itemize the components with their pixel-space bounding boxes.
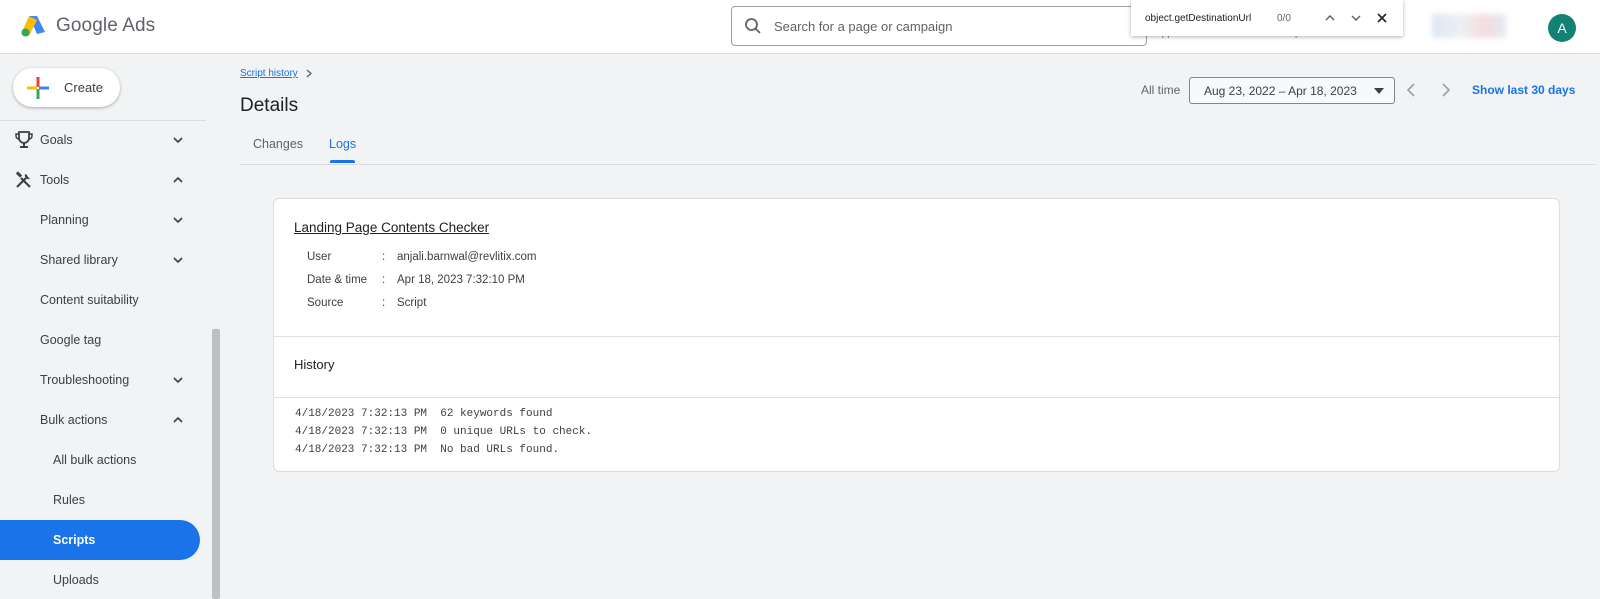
log-line: 4/18/2023 7:32:13 PM 62 keywords found — [295, 408, 553, 420]
date-range-value: Aug 23, 2022 – Apr 18, 2023 — [1204, 83, 1357, 98]
close-icon — [1377, 13, 1387, 23]
find-next-button[interactable] — [1343, 5, 1369, 31]
chevron-up-icon — [1325, 15, 1335, 21]
detail-key: User — [307, 251, 332, 263]
plus-icon — [27, 76, 49, 99]
sidebar-item-troubleshooting[interactable]: Troubleshooting — [0, 360, 200, 400]
sidebar-item-content-suitability[interactable]: Content suitability — [0, 280, 200, 320]
detail-separator: : — [382, 297, 386, 309]
tab-changes[interactable]: Changes — [253, 137, 303, 151]
search-placeholder: Search for a page or campaign — [774, 18, 953, 34]
breadcrumb-script-history[interactable]: Script history — [240, 68, 298, 79]
sidebar-item-label: Goals — [40, 133, 73, 147]
sidebar-item-label: Google tag — [40, 333, 102, 347]
details-card: Landing Page Contents Checker User : anj… — [273, 198, 1560, 472]
detail-key: Source — [307, 297, 344, 309]
chevron-right-icon — [306, 69, 312, 78]
sidebar-item-label: Tools — [40, 173, 70, 187]
account-info-blurred[interactable] — [1432, 14, 1506, 38]
chevron-down-icon — [173, 257, 183, 264]
sidebar-item-label: Troubleshooting — [40, 373, 130, 387]
find-previous-button[interactable] — [1317, 5, 1343, 31]
sidebar-item-label: Scripts — [53, 533, 96, 547]
find-close-button[interactable] — [1369, 5, 1395, 31]
sidebar-item-label: Content suitability — [40, 293, 139, 307]
sidebar-item-google-tag[interactable]: Google tag — [0, 320, 200, 360]
sidebar-item-goals[interactable]: Goals — [0, 120, 200, 160]
log-line: 4/18/2023 7:32:13 PM No bad URLs found. — [295, 444, 560, 456]
detail-value: Script — [397, 297, 427, 309]
detail-separator: : — [382, 274, 386, 286]
log-line: 4/18/2023 7:32:13 PM 0 unique URLs to ch… — [295, 426, 593, 438]
sidebar-scrollbar[interactable] — [212, 329, 220, 599]
chevron-up-icon — [173, 176, 183, 183]
trophy-icon — [15, 131, 33, 148]
sidebar-item-planning[interactable]: Planning — [0, 200, 200, 240]
avatar[interactable]: A — [1548, 14, 1576, 42]
sidebar-item-uploads[interactable]: Uploads — [0, 560, 200, 599]
sidebar-item-rules[interactable]: Rules — [0, 480, 200, 520]
script-name-link[interactable]: Landing Page Contents Checker — [294, 220, 489, 235]
search-box[interactable]: Search for a page or campaign — [731, 6, 1147, 46]
google-ads-logo-icon — [21, 16, 45, 37]
sidebar-item-all-bulk-actions[interactable]: All bulk actions — [0, 440, 200, 480]
sidebar-item-label: Planning — [40, 213, 89, 227]
google-ads-logo[interactable]: Google Ads — [20, 14, 155, 38]
detail-value: anjali.barnwal@revlitix.com — [397, 251, 537, 263]
sidebar-item-label: Rules — [53, 493, 85, 507]
avatar-letter: A — [1557, 20, 1567, 36]
previous-period-icon[interactable] — [1404, 82, 1420, 98]
find-query-input[interactable]: object.getDestinationUrl — [1145, 13, 1277, 24]
dropdown-arrow-icon — [1374, 88, 1384, 94]
create-label: Create — [64, 80, 104, 95]
create-button[interactable]: Create — [13, 68, 120, 107]
detail-separator: : — [382, 251, 386, 263]
tab-logs[interactable]: Logs — [329, 137, 356, 151]
page-title: Details — [240, 95, 299, 116]
date-range-label: All time — [1141, 83, 1181, 97]
detail-key: Date & time — [307, 274, 368, 286]
app-name: Google Ads — [56, 15, 156, 36]
chevron-up-icon — [173, 416, 183, 423]
date-range-dropdown[interactable]: Aug 23, 2022 – Apr 18, 2023 — [1189, 77, 1395, 104]
card-divider — [274, 336, 1559, 337]
sidebar-item-tools[interactable]: Tools — [0, 160, 200, 200]
chevron-down-icon — [173, 377, 183, 384]
sidebar-item-label: Shared library — [40, 253, 118, 267]
find-match-count: 0/0 — [1277, 12, 1291, 24]
sidebar-item-shared-library[interactable]: Shared library — [0, 240, 200, 280]
show-last-30-days-button[interactable]: Show last 30 days — [1472, 83, 1575, 97]
card-divider — [274, 397, 1559, 398]
chevron-down-icon — [1351, 15, 1361, 21]
tabs-divider — [240, 164, 1595, 165]
tools-icon — [15, 171, 31, 188]
top-bar: Google Ads Search for a page or campaign… — [0, 0, 1600, 54]
sidebar-item-bulk-actions[interactable]: Bulk actions — [0, 400, 200, 440]
sidebar-item-scripts[interactable]: Scripts — [0, 520, 200, 560]
search-icon — [745, 18, 761, 34]
next-period-icon[interactable] — [1437, 82, 1453, 98]
find-bar: object.getDestinationUrl 0/0 — [1131, 0, 1403, 36]
chevron-down-icon — [173, 217, 183, 224]
detail-value: Apr 18, 2023 7:32:10 PM — [397, 274, 525, 286]
chevron-down-icon — [173, 137, 183, 144]
sidebar-item-label: All bulk actions — [53, 453, 137, 467]
history-title: History — [294, 357, 335, 372]
sidebar: Create Goals Tools Planning Shared libra… — [0, 54, 222, 599]
sidebar-item-label: Uploads — [53, 573, 99, 587]
sidebar-item-label: Bulk actions — [40, 413, 108, 427]
active-tab-indicator — [330, 160, 355, 163]
